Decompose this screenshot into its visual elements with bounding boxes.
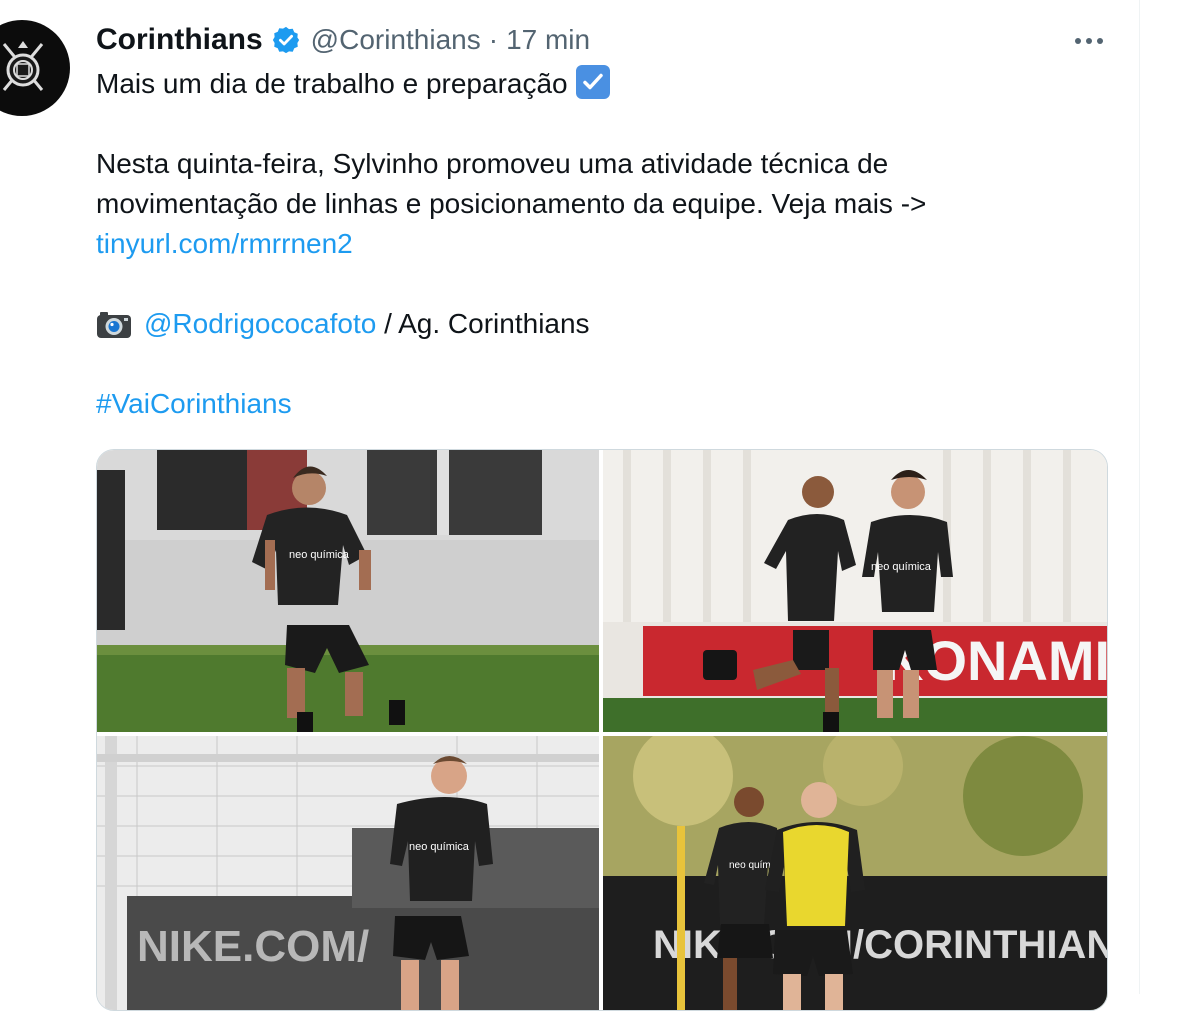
check-box-emoji-icon bbox=[575, 65, 610, 99]
hashtag-link[interactable]: #VaiCorinthians bbox=[96, 388, 292, 419]
tweet[interactable]: Corinthians @Corinthians · 17 min Mais u… bbox=[0, 0, 1139, 1011]
dot-icon bbox=[1097, 38, 1103, 44]
tweet-header: Corinthians @Corinthians · 17 min bbox=[96, 20, 590, 60]
tweet-timestamp[interactable]: 17 min bbox=[506, 24, 590, 56]
author-name[interactable]: Corinthians bbox=[96, 23, 263, 57]
photo-credit: / Ag. Corinthians bbox=[376, 308, 590, 339]
verified-badge-icon bbox=[271, 25, 301, 55]
camera-emoji-icon bbox=[96, 310, 132, 350]
svg-text:neo química: neo química bbox=[409, 841, 470, 853]
training-photo-2[interactable]: KONAMI neo química bbox=[603, 450, 1107, 732]
dot-icon bbox=[1086, 38, 1092, 44]
corinthians-crest-icon bbox=[2, 41, 44, 91]
training-photo-4[interactable]: NIKE.COM/CORINTHIANS neo química bbox=[603, 736, 1107, 1010]
tweet-link[interactable]: tinyurl.com/rmrrnen2 bbox=[96, 228, 353, 259]
photo-grid: neo química KONAMI neo química NIKE.COM/… bbox=[96, 449, 1108, 1011]
separator-dot: · bbox=[488, 24, 499, 55]
avatar[interactable] bbox=[0, 20, 70, 116]
photographer-mention[interactable]: @Rodrigococafoto bbox=[144, 308, 376, 339]
training-photo-3[interactable]: NIKE.COM/ neo química bbox=[97, 736, 599, 1010]
svg-text:neo química: neo química bbox=[289, 549, 350, 561]
author-handle[interactable]: @Corinthians bbox=[311, 24, 481, 56]
text-line-2: Nesta quinta-feira, Sylvinho promoveu um… bbox=[96, 148, 889, 179]
text-line-1: Mais um dia de trabalho e preparação bbox=[96, 68, 568, 99]
tweet-text: Mais um dia de trabalho e preparação Nes… bbox=[96, 64, 1106, 424]
svg-text:neo química: neo química bbox=[871, 561, 932, 573]
training-photo-1[interactable]: neo química bbox=[97, 450, 599, 732]
svg-text:NIKE.COM/: NIKE.COM/ bbox=[137, 922, 369, 971]
timeline-divider bbox=[1139, 0, 1140, 994]
text-line-3: movimentação de linhas e posicionamento … bbox=[96, 188, 927, 219]
more-options-icon[interactable] bbox=[1062, 26, 1116, 56]
dot-icon bbox=[1075, 38, 1081, 44]
